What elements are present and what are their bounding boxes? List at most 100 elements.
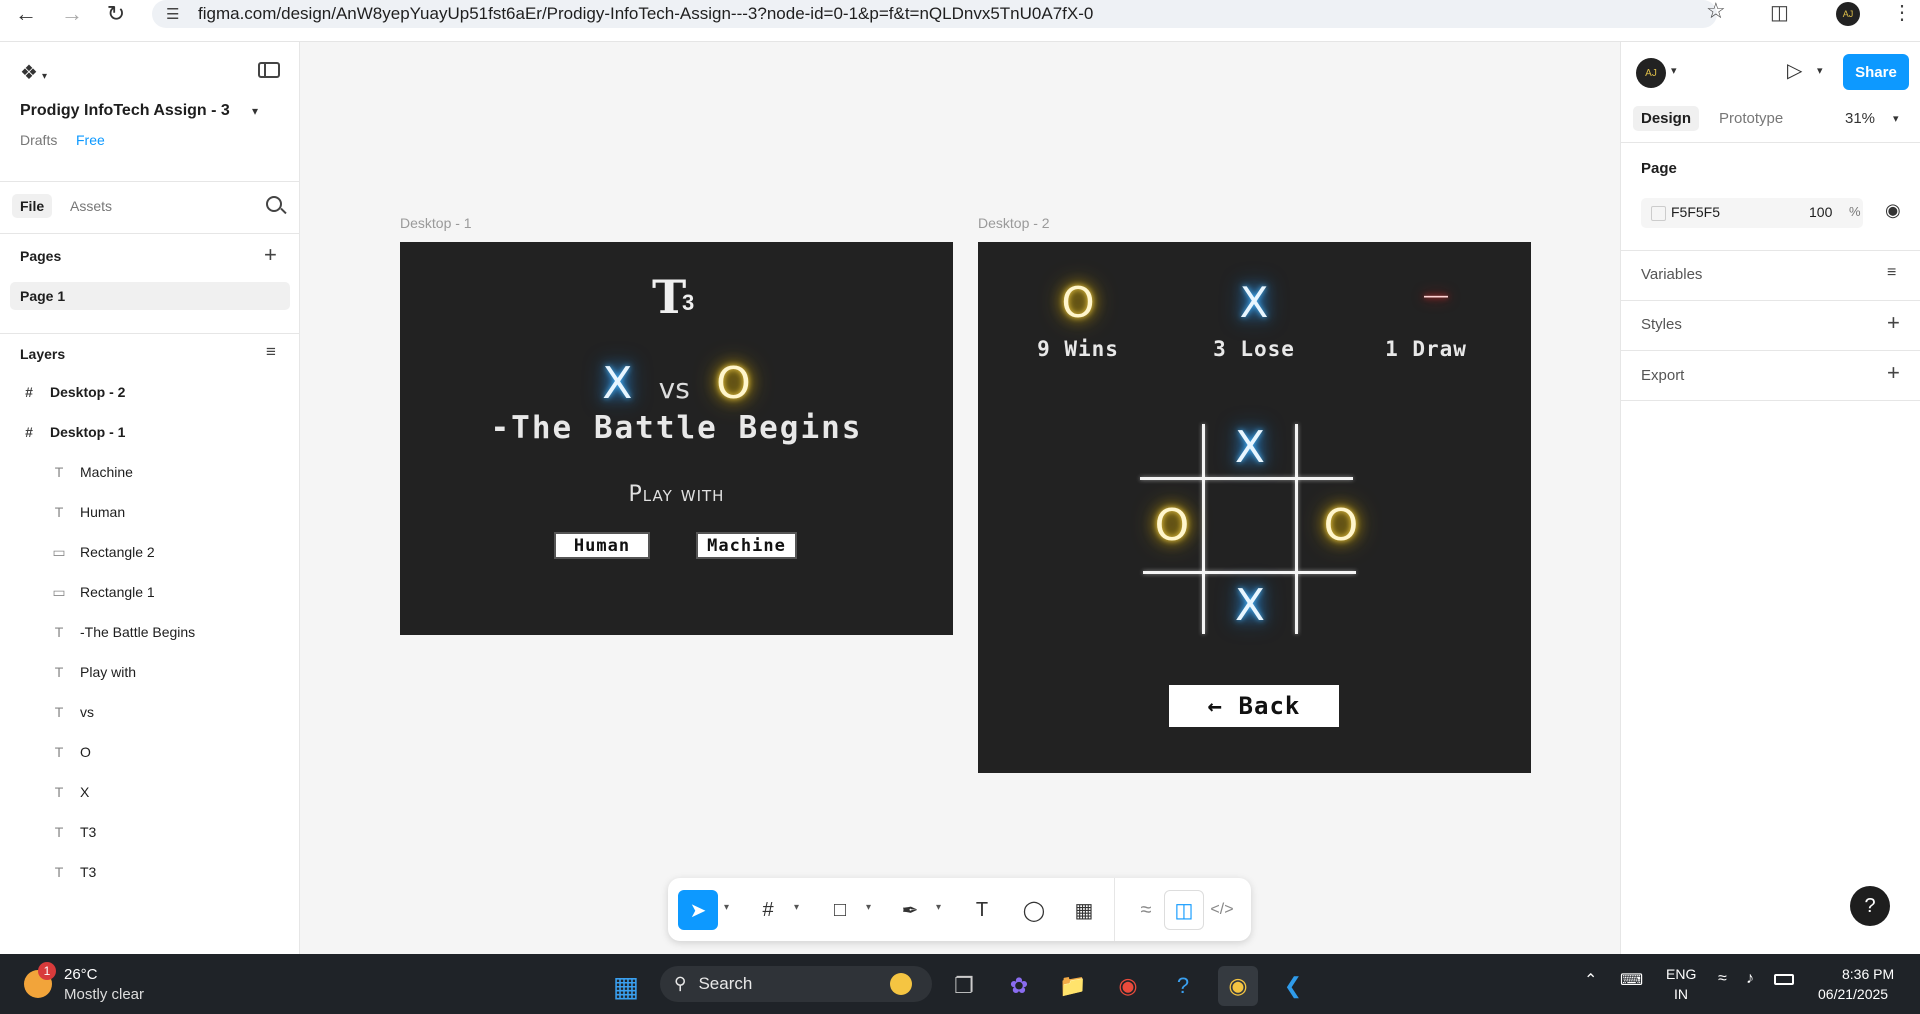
frame-label-desktop-1[interactable]: Desktop - 1	[400, 215, 472, 231]
variables-label[interactable]: Variables	[1641, 266, 1702, 283]
page-fill-field[interactable]: F5F5F5 100 %	[1641, 198, 1863, 228]
copilot-icon[interactable]: ✿	[999, 966, 1039, 1006]
weather-desc[interactable]: Mostly clear	[64, 986, 144, 1003]
share-button[interactable]: Share	[1843, 54, 1909, 90]
tab-prototype[interactable]: Prototype	[1711, 106, 1791, 131]
board-cell[interactable]: X	[1220, 422, 1280, 473]
layer-play-with[interactable]: T Play with	[0, 652, 300, 692]
pen-tool-icon[interactable]: ✒	[890, 890, 930, 930]
profile-avatar[interactable]: AJ	[1836, 2, 1860, 26]
fill-opacity-value[interactable]: 100	[1809, 204, 1832, 220]
chrome-profile-icon[interactable]: ◉	[1218, 966, 1258, 1006]
layer-desktop-2[interactable]: # Desktop - 2	[0, 372, 300, 412]
keyboard-icon[interactable]: ⌨	[1620, 970, 1643, 990]
layer-machine[interactable]: T Machine	[0, 452, 300, 492]
resources-tool-icon[interactable]: ▦	[1064, 890, 1104, 930]
extensions-icon[interactable]: ◫	[1770, 0, 1789, 25]
layer-the-battle-begins[interactable]: T -The Battle Begins	[0, 612, 300, 652]
move-tool-icon[interactable]: ➤	[678, 890, 718, 930]
layer-t3[interactable]: T T3	[0, 852, 300, 892]
text-tool-icon[interactable]: T	[962, 890, 1002, 930]
task-view-icon[interactable]: ❐	[944, 966, 984, 1006]
layer-vs[interactable]: T vs	[0, 692, 300, 732]
frame-label-desktop-2[interactable]: Desktop - 2	[978, 215, 1050, 231]
layer-rectangle-2[interactable]: ▭ Rectangle 2	[0, 532, 300, 572]
design-mode-icon[interactable]: ◫	[1164, 890, 1204, 930]
comment-tool-icon[interactable]: ◯	[1014, 890, 1054, 930]
human-button[interactable]: Human	[554, 532, 650, 559]
help-button[interactable]: ?	[1850, 886, 1890, 926]
wifi-icon[interactable]: ≈	[1718, 970, 1727, 988]
eye-icon[interactable]: ◉	[1885, 200, 1901, 221]
layer-rectangle-1[interactable]: ▭ Rectangle 1	[0, 572, 300, 612]
frame-tool-icon[interactable]: #	[748, 890, 788, 930]
board-cell[interactable]: O	[1142, 500, 1202, 551]
chevron-down-icon[interactable]: ▾	[1893, 112, 1899, 125]
user-avatar[interactable]: AJ	[1636, 58, 1666, 88]
board-cell[interactable]: X	[1220, 580, 1280, 631]
search-icon[interactable]	[266, 196, 287, 215]
reload-icon[interactable]: ↻	[98, 0, 134, 32]
show-hidden-icons[interactable]: ⌃	[1584, 970, 1597, 990]
frame-desktop-1[interactable]: T 3 X vs O -The Battle Begins Play with …	[400, 242, 953, 635]
layer-desktop-1[interactable]: # Desktop - 1	[0, 412, 300, 452]
chevron-down-icon[interactable]: ▾	[1817, 64, 1823, 77]
clock-time[interactable]: 8:36 PM	[1842, 966, 1894, 982]
browser-menu-icon[interactable]: ⋮	[1892, 0, 1912, 25]
page-item-page-1[interactable]: Page 1	[10, 282, 290, 310]
chevron-down-icon[interactable]: ▾	[724, 902, 729, 913]
rectangle-tool-icon[interactable]: □	[820, 890, 860, 930]
clock-date[interactable]: 06/21/2025	[1818, 986, 1888, 1002]
add-style-icon[interactable]: +	[1887, 310, 1900, 336]
layer-human[interactable]: T Human	[0, 492, 300, 532]
language-bottom[interactable]: IN	[1674, 986, 1688, 1002]
styles-label[interactable]: Styles	[1641, 316, 1682, 333]
tab-file[interactable]: File	[12, 194, 53, 218]
file-explorer-icon[interactable]: 📁	[1053, 966, 1093, 1006]
file-title[interactable]: Prodigy InfoTech Assign - 3	[20, 102, 230, 120]
battery-icon[interactable]	[1774, 974, 1794, 985]
board-cell[interactable]: O	[1311, 500, 1371, 551]
color-swatch[interactable]	[1651, 206, 1666, 221]
chevron-down-icon[interactable]: ▾	[936, 902, 941, 913]
bookmark-star-icon[interactable]: ☆	[1706, 0, 1726, 24]
draw-mode-icon[interactable]: ≈	[1126, 890, 1166, 930]
figma-menu-icon[interactable]: ❖ ▾	[20, 60, 47, 85]
file-menu-chevron-icon[interactable]: ▾	[252, 104, 258, 118]
tic-tac-toe-board[interactable]: X O O X	[1138, 422, 1358, 634]
help-app-icon[interactable]: ?	[1163, 966, 1203, 1006]
back-icon[interactable]: ←	[8, 0, 44, 32]
volume-icon[interactable]: ♪	[1746, 970, 1754, 988]
present-play-icon[interactable]: ▷	[1787, 58, 1802, 83]
layer-t3[interactable]: T T3	[0, 812, 300, 852]
tab-assets[interactable]: Assets	[62, 194, 120, 218]
weather-temp[interactable]: 26°C	[64, 966, 98, 983]
chevron-down-icon[interactable]: ▾	[794, 902, 799, 913]
variables-settings-icon[interactable]: ≡	[1887, 264, 1896, 282]
toggle-sidebar-icon[interactable]	[258, 62, 280, 78]
chevron-down-icon[interactable]: ▾	[1671, 64, 1677, 77]
windows-start-icon[interactable]: ▦	[606, 966, 646, 1006]
drafts-link[interactable]: Drafts	[20, 132, 57, 148]
plan-badge[interactable]: Free	[76, 132, 105, 148]
language-top[interactable]: ENG	[1666, 966, 1696, 982]
frame-desktop-2[interactable]: O 9 Wins X 3 Lose — 1 Draw X O O X ← Bac…	[978, 242, 1531, 773]
design-canvas[interactable]: Desktop - 1 T 3 X vs O -The Battle Begin…	[300, 42, 1620, 954]
chrome-icon[interactable]: ◉	[1108, 966, 1148, 1006]
dev-mode-icon[interactable]: </>	[1202, 890, 1242, 930]
chevron-down-icon[interactable]: ▾	[866, 902, 871, 913]
export-label[interactable]: Export	[1641, 367, 1684, 384]
site-settings-icon[interactable]: ☰	[166, 5, 184, 23]
back-button[interactable]: ← Back	[1169, 685, 1339, 727]
address-bar[interactable]: ☰ figma.com/design/AnW8yepYuayUp51fst6aE…	[152, 0, 1717, 28]
add-page-icon[interactable]: +	[264, 242, 277, 268]
layers-list-icon[interactable]: ≡	[266, 342, 276, 362]
add-export-icon[interactable]: +	[1887, 360, 1900, 386]
machine-button[interactable]: Machine	[696, 532, 797, 559]
tab-design[interactable]: Design	[1633, 106, 1700, 131]
vscode-icon[interactable]: ❮	[1273, 966, 1313, 1006]
layer-o[interactable]: T O	[0, 732, 300, 772]
taskbar-search[interactable]: ⚲ Search	[660, 966, 932, 1002]
zoom-level[interactable]: 31%	[1845, 110, 1875, 127]
forward-icon[interactable]: →	[54, 0, 90, 32]
